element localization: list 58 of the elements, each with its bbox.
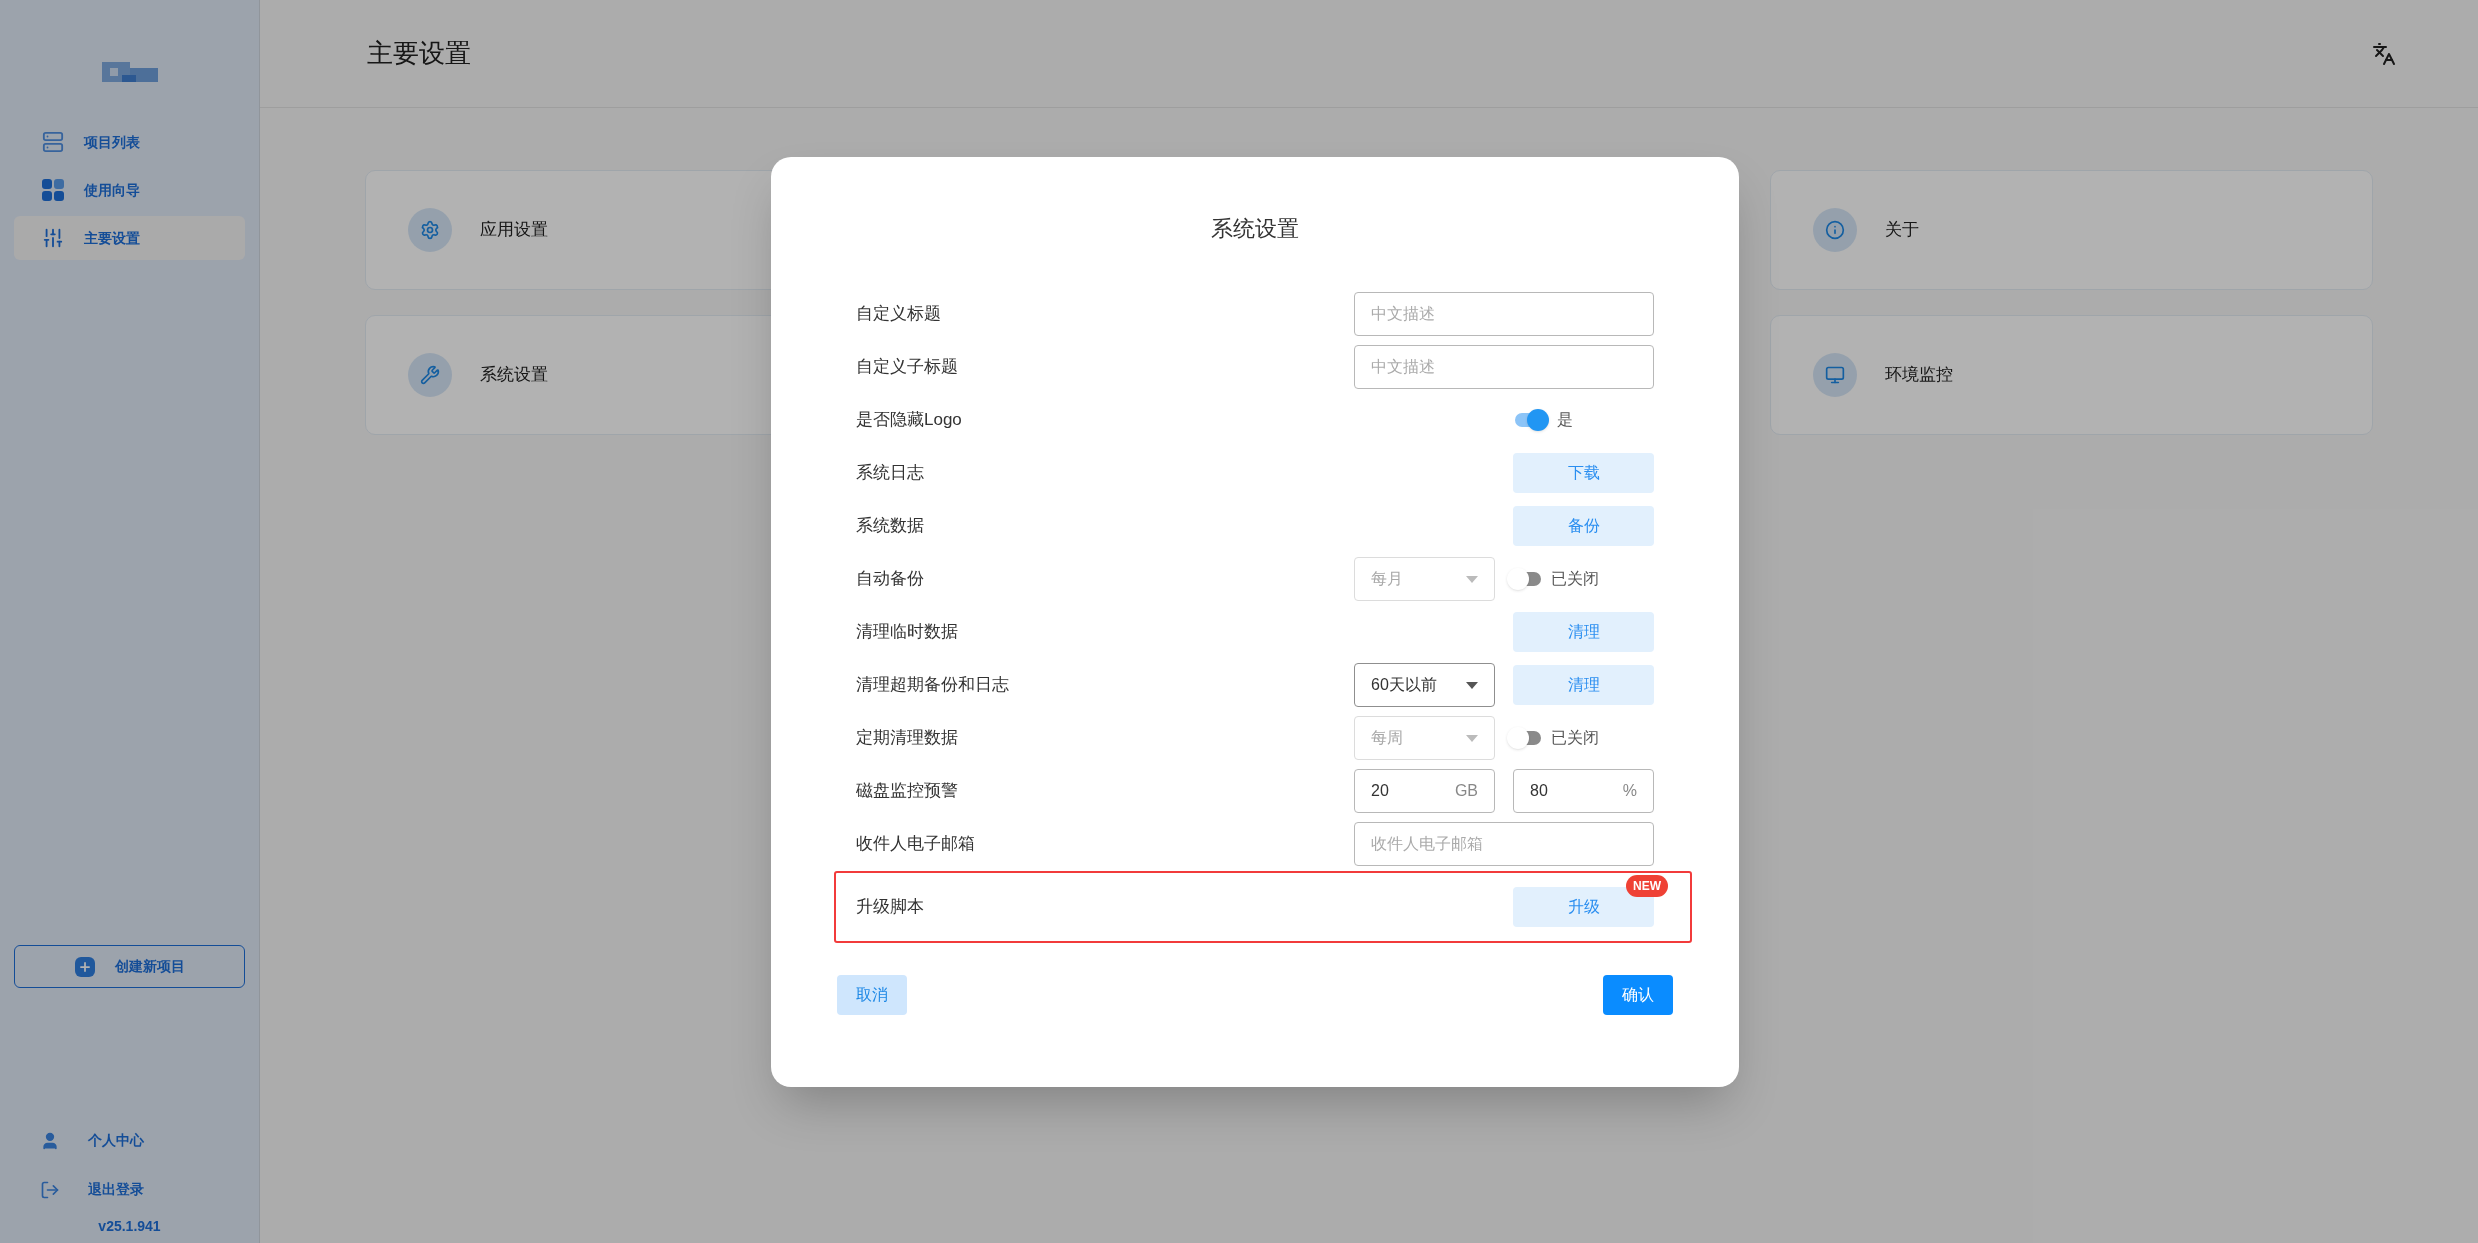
setting-label: 清理临时数据 xyxy=(856,621,958,644)
setting-label: 系统日志 xyxy=(856,462,924,485)
page-title: 主要设置 xyxy=(367,37,471,70)
sidebar-item[interactable]: 使用向导 xyxy=(14,168,245,212)
switch-label: 已关闭 xyxy=(1551,728,1599,748)
confirm-button[interactable]: 确认 xyxy=(1603,974,1673,1015)
setting-label: 自动备份 xyxy=(856,568,924,591)
setting-label: 系统数据 xyxy=(856,515,924,538)
gear-icon xyxy=(420,220,440,240)
wrench-icon xyxy=(420,365,440,385)
cancel-button[interactable]: 取消 xyxy=(837,974,907,1015)
setting-label: 磁盘监控预警 xyxy=(856,780,958,803)
sidebar-item[interactable]: 项目列表 xyxy=(14,120,245,164)
unit-label: % xyxy=(1622,781,1637,801)
caret-icon xyxy=(1466,575,1478,583)
setting-label: 是否隐藏Logo xyxy=(856,409,962,432)
caret-icon xyxy=(1466,734,1478,742)
number-field[interactable]: 80 % xyxy=(1513,769,1654,813)
text-field[interactable]: 收件人电子邮箱 xyxy=(1354,822,1654,866)
sliders-icon xyxy=(42,227,64,249)
grid-icon xyxy=(42,179,64,201)
action-button[interactable]: 备份 xyxy=(1513,506,1654,546)
toggle-switch[interactable] xyxy=(1507,568,1543,590)
sidebar-item[interactable]: 主要设置 xyxy=(14,216,245,260)
action-button[interactable]: 清理 xyxy=(1513,612,1654,652)
select-field[interactable]: 60天以前 xyxy=(1354,663,1495,707)
setting-label: 自定义子标题 xyxy=(856,356,958,379)
user-icon xyxy=(40,1130,60,1151)
logo-icon xyxy=(101,62,158,82)
toggle-switch[interactable] xyxy=(1513,409,1549,431)
setting-label: 定期清理数据 xyxy=(856,727,958,750)
caret-icon xyxy=(1466,681,1478,689)
info-icon xyxy=(1825,220,1846,240)
number-field[interactable]: 20 GB xyxy=(1354,769,1495,813)
plus-icon xyxy=(74,956,95,977)
unit-label: GB xyxy=(1454,781,1478,801)
modal-title: 系统设置 xyxy=(1210,214,1300,243)
text-field[interactable]: 中文描述 xyxy=(1354,345,1654,389)
setting-label: 清理超期备份和日志 xyxy=(856,674,1009,697)
sidebar-link[interactable]: 退出登录 xyxy=(40,1175,259,1204)
toggle-switch[interactable] xyxy=(1507,727,1543,749)
action-button[interactable]: 下载 xyxy=(1513,453,1654,493)
setting-label: 收件人电子邮箱 xyxy=(856,833,975,856)
settings-card[interactable]: 关于 xyxy=(1770,170,2373,290)
translate-icon[interactable] xyxy=(2372,41,2396,66)
text-field[interactable]: 中文描述 xyxy=(1354,292,1654,336)
action-button[interactable]: 清理 xyxy=(1513,665,1654,705)
monitor-icon xyxy=(1825,365,1846,385)
switch-label: 是 xyxy=(1557,410,1573,430)
settings-card[interactable]: 环境监控 xyxy=(1770,315,2373,435)
logout-icon xyxy=(40,1179,60,1200)
new-badge: NEW xyxy=(1626,874,1668,897)
setting-label: 升级脚本 xyxy=(856,895,924,918)
version-text: v25.1.941 xyxy=(97,1217,162,1236)
server-icon xyxy=(42,131,64,153)
switch-label: 已关闭 xyxy=(1551,569,1599,589)
sidebar-link[interactable]: 个人中心 xyxy=(40,1126,259,1155)
create-project-button[interactable]: 创建新项目 xyxy=(14,945,245,988)
